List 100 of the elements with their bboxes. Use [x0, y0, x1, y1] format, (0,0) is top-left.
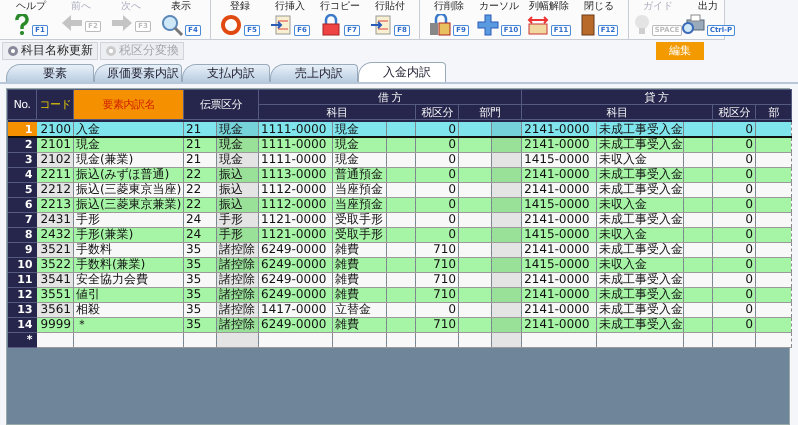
table-cell: 雑費 — [332, 272, 386, 287]
table-cell: 0 — [712, 272, 756, 287]
table-cell: 未成工事受入金 — [596, 167, 684, 182]
button-label: ガイド — [643, 1, 673, 13]
table-row[interactable]: 6 2213 振込(三菱東京兼業) 22 振込 1112-0000 当座預金 0 1415-0000 未収入金 0 — [8, 197, 792, 212]
table-cell: 手形 — [216, 212, 258, 227]
table-cell: 1111-0000 — [258, 152, 332, 167]
table-row[interactable]: 9 3521 手数料 35 諸控除 6249-0000 雑費 710 2141-0000 未成工事受入金 0 — [8, 242, 792, 257]
table-cell: 現金 — [332, 122, 386, 137]
table-row[interactable]: 10 3522 手数料(兼業) 35 諸控除 6249-0000 雑費 710 1415-0000 未収入金 0 — [8, 257, 792, 272]
table-cell: 22 — [184, 182, 216, 197]
table-row[interactable]: 7 2431 手形 24 手形 1121-0000 受取手形 0 2141-0000 未成工事受入金 0 — [8, 212, 792, 227]
table-cell: 0 — [416, 167, 458, 182]
table-row[interactable]: 11 3541 安全協力会費 35 諸控除 6249-0000 雑費 710 2141-0000 未成工事受入金 0 — [8, 272, 792, 287]
table-cell: 2212 — [36, 182, 74, 197]
table-cell: 1112-0000 — [258, 182, 332, 197]
column-header[interactable]: 税区分 — [712, 104, 756, 120]
table-cell: 2211 — [36, 167, 74, 182]
table-cell: 現金 — [74, 137, 184, 152]
table-cell: 1415-0000 — [522, 152, 597, 167]
button-label: 出力 — [698, 1, 718, 13]
table-cell: 現金 — [332, 137, 386, 152]
table-cell: 6249-0000 — [258, 317, 332, 332]
column-header[interactable]: 科目 — [258, 104, 416, 120]
table-cell: 6249-0000 — [258, 287, 332, 302]
table-cell: 諸控除 — [216, 272, 258, 287]
table-cell: 現金 — [216, 122, 258, 137]
button-label: 行貼付 — [375, 1, 405, 13]
table-cell: ＊ — [74, 317, 184, 332]
table-cell: 2141-0000 — [522, 317, 597, 332]
table-cell: 1415-0000 — [522, 227, 597, 242]
table-cell: 2432 — [36, 227, 74, 242]
table-cell: 0 — [416, 227, 458, 242]
button-label: 行挿入 — [275, 1, 305, 13]
table-cell: 35 — [184, 257, 216, 272]
action-button[interactable]: 科目名称更新 — [2, 42, 98, 60]
table-cell: 2141-0000 — [522, 212, 597, 227]
table-row[interactable]: 1 2100 入金 21 現金 1111-0000 現金 0 2141-0000 未成工事受入金 0 — [8, 122, 792, 137]
table-cell: 0 — [712, 182, 756, 197]
button-label: 前へ — [71, 1, 91, 13]
mode-badge: 編集 — [656, 42, 704, 60]
table-cell: 0 — [416, 302, 458, 317]
table-cell: 35 — [184, 242, 216, 257]
table-cell: 22 — [184, 167, 216, 182]
table-cell: 2102 — [36, 152, 74, 167]
table-cell: 35 — [184, 302, 216, 317]
table-cell: 0 — [712, 257, 756, 272]
tab[interactable]: 原価要素内訳 — [94, 64, 182, 82]
table-cell: 0 — [712, 242, 756, 257]
table-row[interactable]: 4 2211 振込(みずほ普通) 22 振込 1113-0000 普通預金 0 2141-0000 未成工事受入金 0 — [8, 167, 792, 182]
row-number: 11 — [8, 272, 36, 287]
table-cell: 当座預金 — [332, 197, 386, 212]
padlock-document-icon — [320, 14, 342, 36]
column-header[interactable]: 税区分 — [416, 104, 458, 120]
column-header[interactable]: 部門 — [458, 104, 522, 120]
table-cell: 未成工事受入金 — [596, 137, 684, 152]
table-cell: 6249-0000 — [258, 257, 332, 272]
row-number: 12 — [8, 287, 36, 302]
column-header[interactable]: コード — [36, 90, 74, 120]
button-label: 行削除 — [434, 1, 464, 13]
table-row[interactable]: 12 3551 値引 35 諸控除 6249-0000 雑費 710 2141-0000 未成工事受入金 0 — [8, 287, 792, 302]
button-label: ヘルプ — [16, 1, 46, 13]
tab[interactable]: 入金内訳 — [358, 62, 446, 82]
column-header[interactable]: 部 — [756, 104, 792, 120]
button-label: 登録 — [230, 1, 250, 13]
table-cell: 6249-0000 — [258, 272, 332, 287]
table-cell: 2141-0000 — [522, 287, 597, 302]
document-arrow-icon — [270, 14, 292, 36]
table-cell: 振込(みずほ普通) — [74, 167, 184, 182]
column-header[interactable]: 伝票区分 — [184, 90, 258, 120]
table-cell: 値引 — [74, 287, 184, 302]
table-cell: 振込(三菱東京兼業) — [74, 197, 184, 212]
table-cell: 3522 — [36, 257, 74, 272]
table-cell: 未収入金 — [596, 152, 684, 167]
table-cell: 0 — [712, 122, 756, 137]
table-cell: 710 — [416, 317, 458, 332]
button-label: 閉じる — [584, 1, 614, 13]
tab[interactable]: 売上内訳 — [270, 64, 358, 82]
column-header[interactable]: 科目 — [522, 104, 713, 120]
button-label: 行コピー — [320, 1, 360, 13]
table-row[interactable]: 8 2432 手形(兼業) 24 手形 1121-0000 受取手形 0 1415-0000 未収入金 0 — [8, 227, 792, 242]
tab[interactable]: 支払内訳 — [182, 64, 270, 82]
table-cell: 振込 — [216, 182, 258, 197]
table-cell: 2100 — [36, 122, 74, 137]
table-cell: 2141-0000 — [522, 242, 597, 257]
table-row[interactable]: 14 9999 ＊ 35 諸控除 6249-0000 雑費 710 2141-0000 未成工事受入金 0 — [8, 317, 792, 332]
document-arrow-icon — [370, 14, 392, 36]
tab[interactable]: 要素 — [6, 64, 94, 82]
table-row[interactable]: 3 2102 現金(兼業) 21 現金 1111-0000 現金 0 1415-0000 未収入金 0 — [8, 152, 792, 167]
table-cell: 未成工事受入金 — [596, 272, 684, 287]
table-row[interactable]: 5 2212 振込(三菱東京当座) 22 振込 1112-0000 当座預金 0 2141-0000 未成工事受入金 0 — [8, 182, 792, 197]
table-cell: 0 — [712, 212, 756, 227]
table-cell: 雑費 — [332, 317, 386, 332]
table-row[interactable]: 2 2101 現金 21 現金 1111-0000 現金 0 2141-0000 未成工事受入金 0 — [8, 137, 792, 152]
table-cell: 3521 — [36, 242, 74, 257]
table-cell: 手数料 — [74, 242, 184, 257]
table-cell: 雑費 — [332, 242, 386, 257]
button-label: 次へ — [121, 1, 141, 13]
table-row[interactable]: 13 3561 相殺 35 諸控除 1417-0000 立替金 0 2141-0000 未成工事受入金 0 — [8, 302, 792, 317]
table-cell: 22 — [184, 197, 216, 212]
